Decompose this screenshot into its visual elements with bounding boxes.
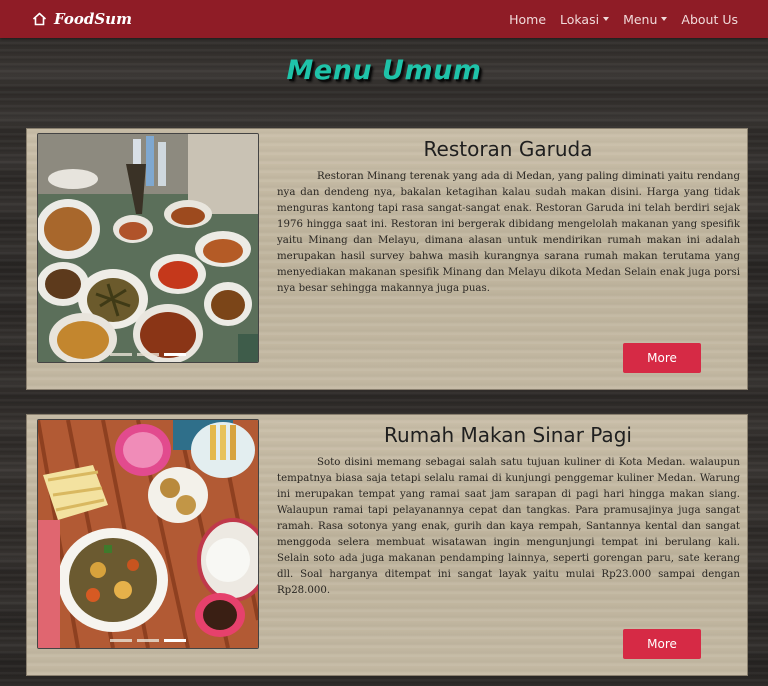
image-carousel[interactable] — [37, 419, 259, 649]
nav-item-label: Menu — [623, 11, 658, 27]
nav-item-label: Home — [509, 11, 547, 27]
card-description: Restoran Minang terenak yang ada di Meda… — [277, 171, 740, 294]
image-carousel[interactable] — [37, 133, 259, 363]
navbar: FoodSum Home Lokasi Menu About Us — [0, 0, 768, 38]
carousel-indicator[interactable] — [110, 639, 132, 642]
nav-item-home[interactable]: Home — [509, 12, 546, 27]
restaurant-card: Rumah Makan Sinar Pagi Soto disini meman… — [26, 414, 748, 676]
nav-item-about-us[interactable]: About Us — [681, 12, 738, 27]
nav-menu: Home Lokasi Menu About Us — [509, 12, 738, 27]
nav-item-menu[interactable]: Menu — [623, 11, 668, 27]
carousel-indicator-active[interactable] — [164, 353, 186, 356]
caret-down-icon — [661, 17, 668, 21]
carousel-indicator[interactable] — [137, 639, 159, 642]
carousel-indicator[interactable] — [137, 353, 159, 356]
carousel-indicator-active[interactable] — [164, 639, 186, 642]
carousel-indicators — [38, 639, 258, 642]
brand-name: FoodSum — [54, 10, 132, 28]
carousel-indicator[interactable] — [110, 353, 132, 356]
more-button[interactable]: More — [623, 629, 701, 659]
caret-down-icon — [603, 17, 610, 21]
card-title: Rumah Makan Sinar Pagi — [384, 423, 632, 447]
nav-item-label: Lokasi — [560, 11, 600, 27]
card-title: Restoran Garuda — [423, 137, 593, 161]
page-title: Menu Umum — [286, 55, 482, 86]
nav-item-lokasi[interactable]: Lokasi — [560, 11, 610, 27]
carousel-indicators — [38, 353, 258, 356]
food-photo — [38, 134, 258, 362]
nav-item-label: About Us — [681, 11, 738, 27]
home-icon — [32, 12, 47, 26]
food-photo — [38, 420, 258, 648]
brand-link[interactable]: FoodSum — [32, 10, 132, 28]
more-button[interactable]: More — [623, 343, 701, 373]
restaurant-card: Restoran Garuda Restoran Minang terenak … — [26, 128, 748, 390]
card-description: Soto disini memang sebagai salah satu tu… — [277, 457, 740, 596]
